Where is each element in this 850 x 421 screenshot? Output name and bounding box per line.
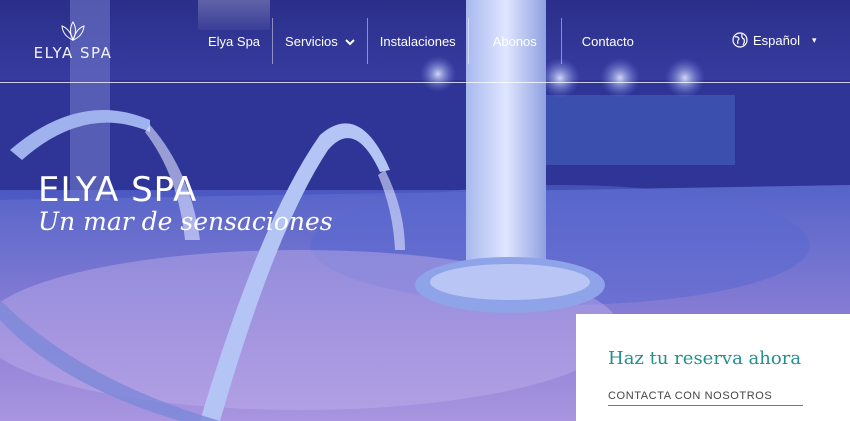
nav-item-label: Elya Spa (208, 33, 261, 49)
nav-item-label: Abonos (492, 33, 537, 49)
language-selector[interactable]: Español ▾ (732, 32, 817, 48)
nav-item-label: Instalaciones (379, 33, 456, 49)
contact-link[interactable]: CONTACTA CON NOSOTROS (608, 390, 803, 406)
booking-card: Haz tu reserva ahora CONTACTA CON NOSOTR… (576, 314, 850, 421)
logo-text: ELYA SPA (33, 44, 113, 62)
nav-item-contacto[interactable]: Contacto (562, 18, 654, 64)
nav-item-servicios[interactable]: Servicios (273, 18, 367, 64)
globe-icon (732, 32, 748, 48)
nav-item-label: Servicios (285, 33, 338, 49)
brand-logo[interactable]: ELYA SPA (28, 20, 118, 65)
nav-item-label: Contacto (581, 33, 634, 49)
caret-down-icon: ▾ (811, 34, 817, 45)
hero-background-image: ELYA SPA Elya Spa Servicios Instalacione… (0, 0, 850, 421)
language-label: Español (753, 32, 800, 48)
chevron-down-icon (345, 34, 355, 49)
site-header: ELYA SPA Elya Spa Servicios Instalacione… (0, 0, 850, 83)
hero-title: ELYA SPA (38, 170, 198, 210)
hero-subtitle: Un mar de sensaciones (38, 207, 333, 236)
nav-item-instalaciones[interactable]: Instalaciones (368, 18, 468, 64)
booking-title: Haz tu reserva ahora (608, 348, 802, 369)
nav-item-abonos[interactable]: Abonos (469, 18, 561, 64)
nav-item-elya-spa[interactable]: Elya Spa (196, 0, 272, 64)
lotus-icon (61, 21, 85, 42)
main-nav: Elya Spa Servicios Instalaciones Abonos … (196, 0, 654, 82)
